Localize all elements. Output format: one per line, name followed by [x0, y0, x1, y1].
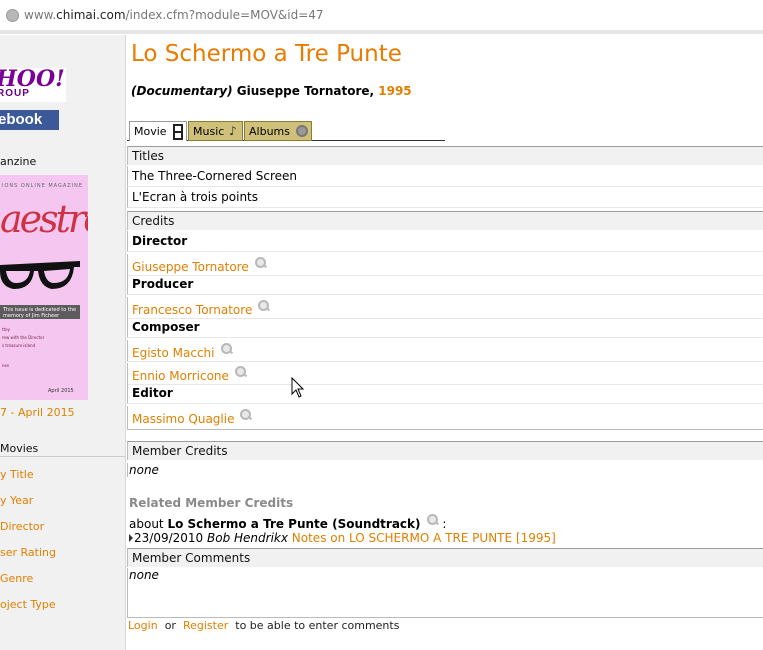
search-icon[interactable] — [254, 257, 267, 269]
tab-movie[interactable]: Movie — [129, 121, 187, 141]
movie-year: 1995 — [378, 84, 412, 98]
yahoo-group-logo[interactable]: HOO! ROUP — [0, 66, 66, 102]
magazine-title: aestro — [0, 197, 88, 241]
credit-row-director: Giuseppe Tornatore — [127, 254, 763, 276]
tab-bar: Movie Music ♪ Albums — [127, 121, 445, 141]
credit-link[interactable]: Francesco Tornatore — [132, 303, 252, 317]
credit-link[interactable]: Massimo Quaglie — [132, 412, 234, 426]
member-comments-heading: Member Comments — [127, 548, 763, 567]
credits-heading: Credits — [127, 211, 763, 230]
toolbar-shadow — [0, 30, 763, 34]
titles-heading: Titles — [127, 146, 763, 165]
credit-role-editor: Editor — [127, 383, 763, 404]
sidebar-link-by-genre[interactable]: Genre — [0, 572, 33, 585]
notes-link[interactable]: Notes on LO SCHERMO A TRE PUNTE [1995] — [292, 531, 556, 545]
sidebar-link-by-title[interactable]: y Title — [0, 468, 34, 481]
movies-heading: Movies — [0, 442, 39, 455]
magazine-cover[interactable]: IONS ONLINE MAGAZINE aestro This issue i… — [0, 175, 88, 400]
movie-title: Lo Schermo a Tre Punte — [131, 41, 402, 67]
credit-role-producer: Producer — [127, 274, 763, 295]
login-footer: Login or Register to be able to enter co… — [128, 619, 400, 632]
member-comments-value: none — [129, 568, 159, 582]
address-bar[interactable]: www.chimai.com/index.cfm?module=MOV&id=4… — [0, 0, 763, 34]
sidebar-link-by-year[interactable]: y Year — [0, 494, 33, 507]
credit-row-composer: Ennio Morricone — [127, 363, 763, 385]
disc-icon — [296, 125, 308, 137]
sidebar-link-by-director[interactable]: Director — [0, 520, 44, 533]
facebook-logo[interactable]: ebook — [0, 110, 59, 130]
issue-link[interactable]: 7 - April 2015 — [0, 406, 75, 419]
credit-row-editor: Massimo Quaglie — [127, 406, 763, 430]
search-icon[interactable] — [240, 409, 252, 421]
glasses-icon — [0, 261, 80, 289]
sidebar-link-by-project-type[interactable]: oject Type — [0, 598, 56, 611]
credit-row-producer: Francesco Tornatore — [127, 297, 763, 319]
title-row: The Three-Cornered Screen — [127, 166, 763, 187]
member-credits-heading: Member Credits — [127, 441, 763, 460]
search-icon[interactable] — [220, 343, 233, 355]
fanzine-label: anzine — [0, 155, 37, 168]
bullet-arrow-icon — [129, 534, 133, 542]
title-row: L'Ecran à trois points — [127, 187, 763, 208]
url-text[interactable]: www.chimai.com/index.cfm?module=MOV&id=4… — [24, 8, 324, 22]
credit-link[interactable]: Ennio Morricone — [132, 369, 229, 383]
movie-director: Giuseppe Tornatore, — [236, 84, 375, 98]
film-icon — [173, 124, 183, 140]
credit-role-director: Director — [127, 231, 763, 252]
related-credits-heading: Related Member Credits — [129, 496, 294, 510]
member-comments-box: none — [127, 568, 763, 618]
movie-genre: (Documentary) — [131, 84, 233, 98]
related-about: about Lo Schermo a Tre Punte (Soundtrack… — [129, 514, 446, 531]
search-icon[interactable] — [258, 300, 270, 312]
left-sidebar: HOO! ROUP ebook anzine IONS ONLINE MAGAZ… — [0, 35, 126, 650]
search-icon[interactable] — [426, 514, 439, 526]
register-link[interactable]: Register — [183, 619, 228, 632]
movie-subline: (Documentary) Giuseppe Tornatore, 1995 — [131, 84, 412, 98]
credit-link[interactable]: Giuseppe Tornatore — [132, 260, 249, 274]
credit-row-composer: Egisto Macchi — [127, 340, 763, 362]
mouse-cursor-icon — [291, 377, 305, 398]
main-content: Lo Schermo a Tre Punte (Documentary) Giu… — [127, 35, 763, 650]
globe-icon — [6, 9, 19, 22]
related-entry: 23/09/2010 Bob Hendrikx Notes on LO SCHE… — [129, 531, 556, 545]
credit-link[interactable]: Egisto Macchi — [132, 346, 215, 360]
tab-albums[interactable]: Albums — [244, 121, 312, 141]
login-link[interactable]: Login — [128, 619, 158, 632]
credit-role-composer: Composer — [127, 317, 763, 338]
sidebar-link-by-user-rating[interactable]: ser Rating — [0, 546, 56, 559]
member-credits-value: none — [127, 463, 763, 477]
search-icon[interactable] — [234, 366, 247, 378]
tab-music[interactable]: Music ♪ — [188, 121, 243, 141]
movies-divider — [0, 456, 125, 457]
music-note-icon: ♪ — [229, 124, 237, 138]
